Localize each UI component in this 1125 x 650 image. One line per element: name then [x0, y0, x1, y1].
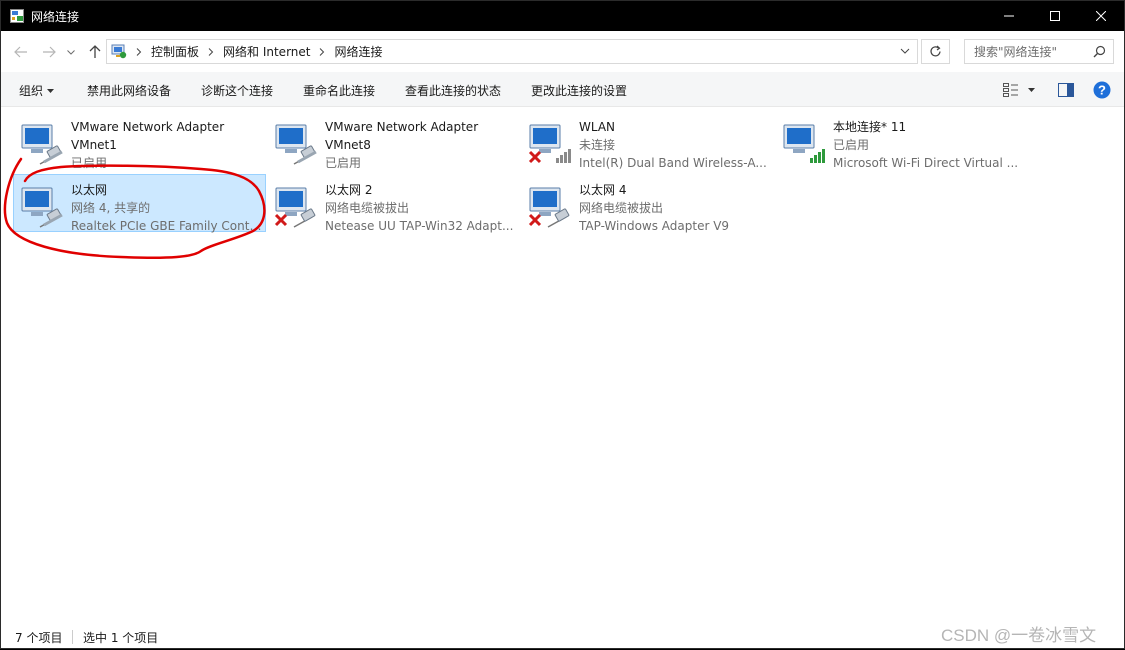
connection-item-ethernet-2[interactable]: 以太网 2 网络电缆被拔出 Netease UU TAP-Win32 Adapt…	[267, 174, 517, 233]
minimize-icon	[1004, 15, 1014, 17]
back-button[interactable]	[11, 42, 31, 62]
connection-name: 以太网 2	[325, 183, 373, 197]
wifi-disconnected-icon	[528, 124, 571, 164]
forward-button[interactable]	[39, 42, 59, 62]
recent-locations-button[interactable]	[65, 42, 77, 62]
connection-device: TAP-Windows Adapter V9	[579, 219, 730, 233]
caret-down-icon	[47, 89, 55, 93]
connection-status: 网络电缆被拔出	[325, 201, 410, 215]
up-button[interactable]	[85, 42, 105, 62]
chevron-down-icon	[67, 49, 75, 55]
control-panel-icon	[111, 44, 127, 59]
connection-item-vmnet8[interactable]: VMware Network Adapter VMnet8 已启用	[267, 111, 517, 170]
organize-menu[interactable]: 组织	[19, 82, 55, 99]
window-title: 网络连接	[31, 10, 80, 24]
search-box[interactable]	[964, 39, 1114, 64]
connection-status: 已启用	[71, 156, 108, 170]
arrow-right-icon	[43, 46, 56, 58]
connection-device: Microsoft Wi-Fi Direct Virtual ...	[833, 156, 1019, 170]
arrow-up-icon	[89, 45, 101, 58]
connection-name: 以太网	[71, 183, 108, 197]
breadcrumb-network-connections[interactable]: 网络连接	[330, 43, 386, 60]
breadcrumb-separator-icon[interactable]	[131, 47, 147, 56]
watermark: CSDN @一卷冰雪文	[941, 626, 1097, 645]
breadcrumb-separator-icon[interactable]	[203, 47, 219, 56]
status-divider	[72, 630, 73, 644]
maximize-icon	[1050, 11, 1060, 21]
connection-name: VMware Network Adapter	[71, 120, 225, 134]
network-connections-window: 网络连接 控制面板 网络和 Internet 网络连接 搜索"网络连接" 组织 …	[0, 0, 1125, 649]
network-adapter-icon	[275, 124, 317, 165]
connection-name: WLAN	[579, 120, 616, 134]
connection-name: 本地连接* 11	[833, 120, 907, 134]
connection-name: VMware Network Adapter	[325, 120, 479, 134]
disable-device-button[interactable]: 禁用此网络设备	[87, 82, 171, 99]
navigation-bar: 控制面板 网络和 Internet 网络连接	[1, 31, 1124, 72]
connection-status: 未连接	[579, 138, 616, 152]
connection-device: Realtek PCIe GBE Family Contr...	[71, 219, 263, 233]
view-options-icon[interactable]	[1003, 83, 1019, 97]
caret-down-icon[interactable]	[1028, 88, 1035, 92]
breadcrumb-control-panel[interactable]: 控制面板	[147, 43, 203, 60]
selection-count: 选中 1 个项目	[83, 631, 159, 645]
connection-item-ethernet-4[interactable]: 以太网 4 网络电缆被拔出 TAP-Windows Adapter V9	[521, 174, 771, 233]
diagnose-button[interactable]: 诊断这个连接	[201, 82, 273, 99]
chevron-down-icon[interactable]	[899, 45, 911, 57]
wifi-connected-icon	[783, 124, 825, 163]
breadcrumb-network-internet[interactable]: 网络和 Internet	[219, 43, 314, 60]
network-adapter-icon	[21, 187, 63, 228]
command-bar: 组织 禁用此网络设备 诊断这个连接 重命名此连接 查看此连接的状态 更改此连接的…	[1, 72, 1124, 107]
network-connections-app-icon	[10, 9, 24, 23]
item-count: 7 个项目	[15, 631, 63, 645]
breadcrumb-separator-icon[interactable]	[314, 47, 330, 56]
connection-name: 以太网 4	[579, 183, 627, 197]
connection-status: 已启用	[325, 156, 362, 170]
connection-device: Intel(R) Dual Band Wireless-A...	[579, 156, 767, 170]
arrow-left-icon	[14, 46, 27, 58]
network-adapter-icon	[21, 124, 63, 165]
refresh-button[interactable]	[921, 39, 950, 64]
connection-device: Netease UU TAP-Win32 Adapt...	[325, 219, 514, 233]
minimize-button[interactable]	[986, 1, 1032, 31]
connection-status: 网络电缆被拔出	[579, 201, 664, 215]
rename-button[interactable]: 重命名此连接	[303, 82, 375, 99]
help-icon[interactable]: ?	[1093, 81, 1111, 99]
close-icon	[1096, 11, 1106, 21]
network-adapter-unplugged-icon	[274, 187, 316, 228]
maximize-button[interactable]	[1032, 1, 1078, 31]
change-settings-button[interactable]: 更改此连接的设置	[531, 82, 627, 99]
svg-text:?: ?	[1098, 83, 1106, 98]
organize-label: 组织	[19, 84, 44, 98]
connection-item-vmnet1[interactable]: VMware Network Adapter VMnet1 已启用	[13, 111, 263, 170]
preview-pane-icon[interactable]	[1058, 83, 1074, 97]
refresh-icon	[930, 45, 941, 57]
connections-list[interactable]: VMware Network Adapter VMnet1 已启用 VMware…	[1, 107, 1124, 622]
connection-status: 已启用	[833, 138, 870, 152]
close-button[interactable]	[1078, 1, 1124, 31]
connection-item-ethernet[interactable]: 以太网 网络 4, 共享的 Realtek PCIe GBE Family Co…	[13, 174, 266, 233]
search-icon[interactable]	[1093, 45, 1106, 58]
connection-item-local-11[interactable]: 本地连接* 11 已启用 Microsoft Wi-Fi Direct Virt…	[775, 111, 1025, 170]
view-status-button[interactable]: 查看此连接的状态	[405, 82, 501, 99]
search-input[interactable]	[965, 40, 1087, 63]
title-bar[interactable]: 网络连接	[1, 1, 1124, 31]
network-adapter-unplugged-icon	[528, 187, 570, 228]
address-bar[interactable]: 控制面板 网络和 Internet 网络连接	[106, 39, 918, 64]
connection-item-wlan[interactable]: WLAN 未连接 Intel(R) Dual Band Wireless-A..…	[521, 111, 771, 170]
connection-name-line2: VMnet1	[71, 138, 117, 152]
connection-status: 网络 4, 共享的	[71, 201, 151, 215]
connection-name-line2: VMnet8	[325, 138, 371, 152]
